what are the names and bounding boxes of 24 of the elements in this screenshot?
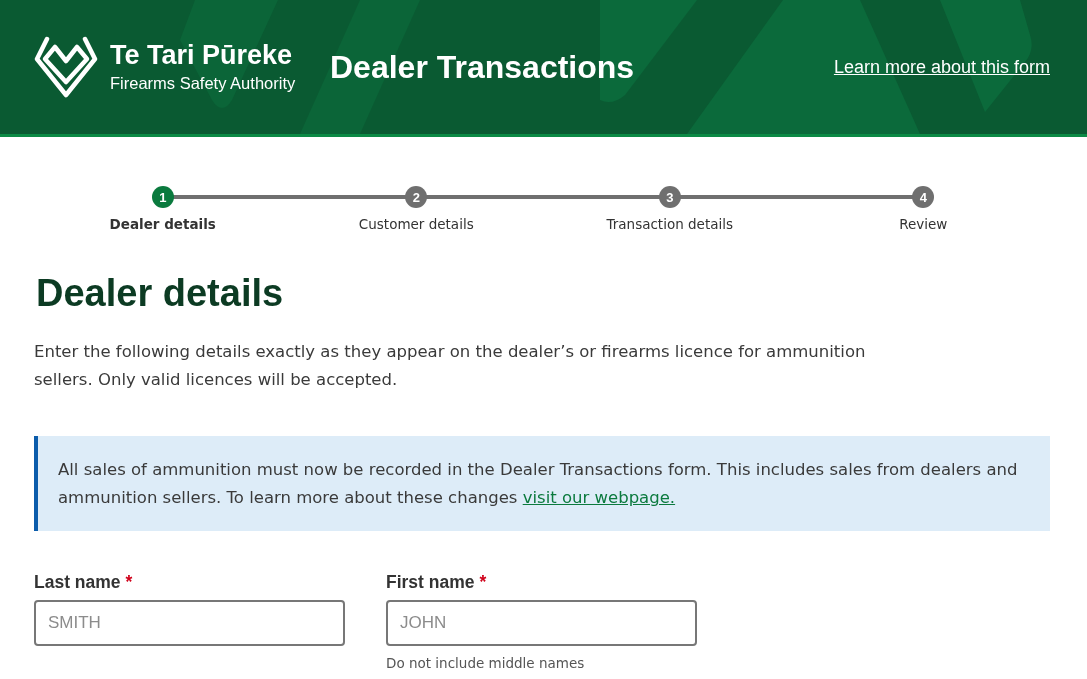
field-label: Last name [34, 571, 121, 593]
intro-text: Enter the following details exactly as they appear on the dealer’s or firearms licence for ammunition sellers. Only valid licences will be accepted. [34, 341, 867, 391]
step-number: 4 [912, 186, 935, 208]
chevron-logo-icon [34, 36, 98, 98]
step-label: Customer details [358, 215, 474, 233]
page-title: Dealer Transactions [330, 48, 636, 86]
notice-text: All sales of ammunition must now be recorded in the Dealer Transactions form. This includes sales from dealers and ammunition sellers. To learn more about these changes visit our webpage. [58, 459, 1019, 509]
webpage-link[interactable]: visit our webpage. [522, 488, 676, 507]
text-input[interactable]: SMITH [34, 600, 345, 646]
step-label: Transaction details [606, 215, 733, 233]
field-label: First name [386, 571, 475, 593]
required-marker: * [125, 571, 133, 593]
learn-more-link[interactable]: Learn more about this form [833, 56, 1050, 78]
step-number: 2 [405, 186, 428, 208]
brand-subtitle: Firearms Safety Authority [110, 73, 296, 93]
brand-name: Te Tari Pūreke [110, 41, 294, 70]
step-label: Dealer details [109, 215, 216, 233]
required-marker: * [479, 571, 487, 593]
section-heading: Dealer details [36, 271, 285, 315]
field-hint: Do not include middle names [386, 654, 585, 672]
step-number: 1 [151, 186, 174, 208]
step-number: 3 [658, 186, 681, 208]
step-label: Review [899, 215, 948, 233]
text-input[interactable]: JOHN [386, 600, 697, 646]
